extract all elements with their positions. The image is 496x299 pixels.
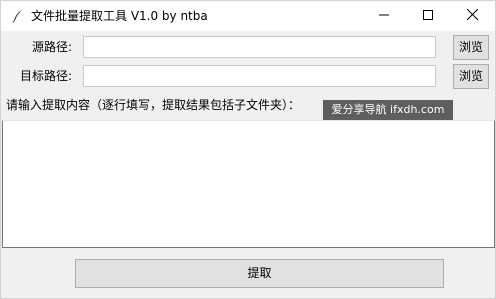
- target-path-input[interactable]: [83, 65, 436, 87]
- minimize-button[interactable]: [362, 1, 406, 31]
- window-title: 文件批量提取工具 V1.0 by ntba: [31, 9, 208, 23]
- source-path-input[interactable]: [83, 36, 436, 58]
- target-path-label: 目标路径:: [20, 69, 73, 83]
- source-path-label: 源路径:: [32, 40, 73, 54]
- title-bar[interactable]: 文件批量提取工具 V1.0 by ntba: [1, 1, 495, 31]
- extract-button[interactable]: 提取: [75, 259, 444, 288]
- maximize-button[interactable]: [406, 1, 450, 31]
- content-hint-label: 请输入提取内容（逐行填写，提取结果包括子文件夹）：: [6, 98, 301, 112]
- app-window: 文件批量提取工具 V1.0 by ntba 源路径: 浏览 目标路径: 浏览 请…: [0, 0, 496, 299]
- maximize-icon: [423, 9, 433, 23]
- minimize-icon: [379, 9, 389, 23]
- source-browse-button[interactable]: 浏览: [453, 35, 489, 60]
- close-button[interactable]: [450, 1, 494, 31]
- feather-icon: [11, 9, 25, 23]
- close-icon: [466, 8, 478, 23]
- extract-content-textarea[interactable]: [2, 120, 495, 248]
- watermark-label: 爱分享导航 ifxdh.com: [323, 100, 453, 120]
- target-browse-button[interactable]: 浏览: [453, 64, 489, 89]
